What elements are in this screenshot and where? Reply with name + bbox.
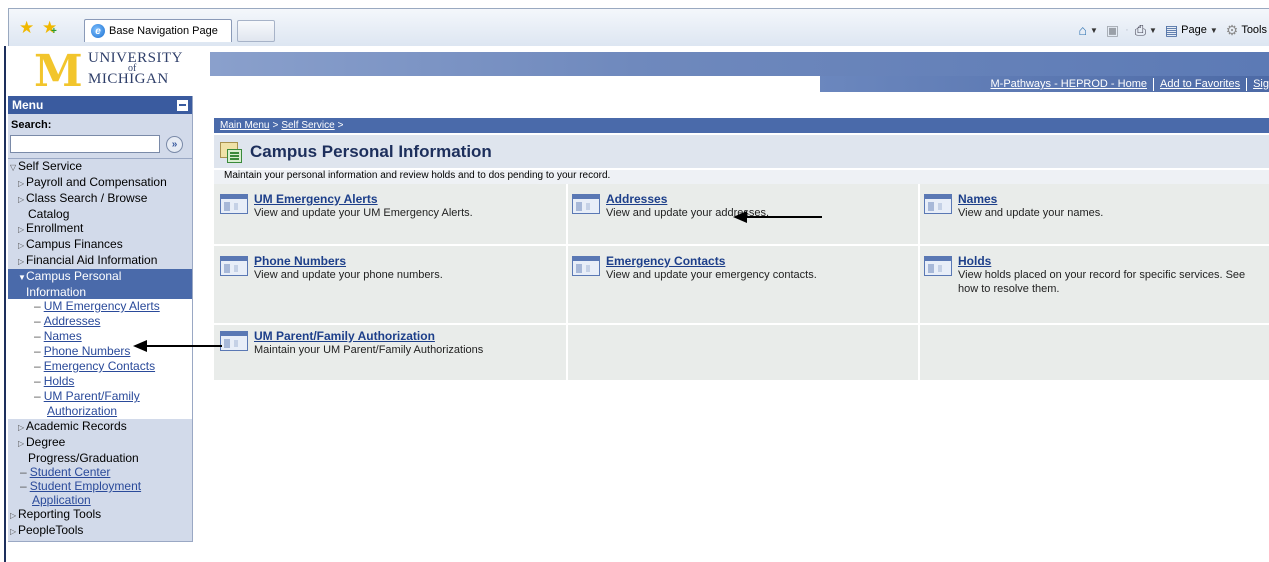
arrow-to-addresses [733,211,822,223]
annotation-arrows [133,211,822,352]
arrow-to-phone-numbers [133,340,222,352]
